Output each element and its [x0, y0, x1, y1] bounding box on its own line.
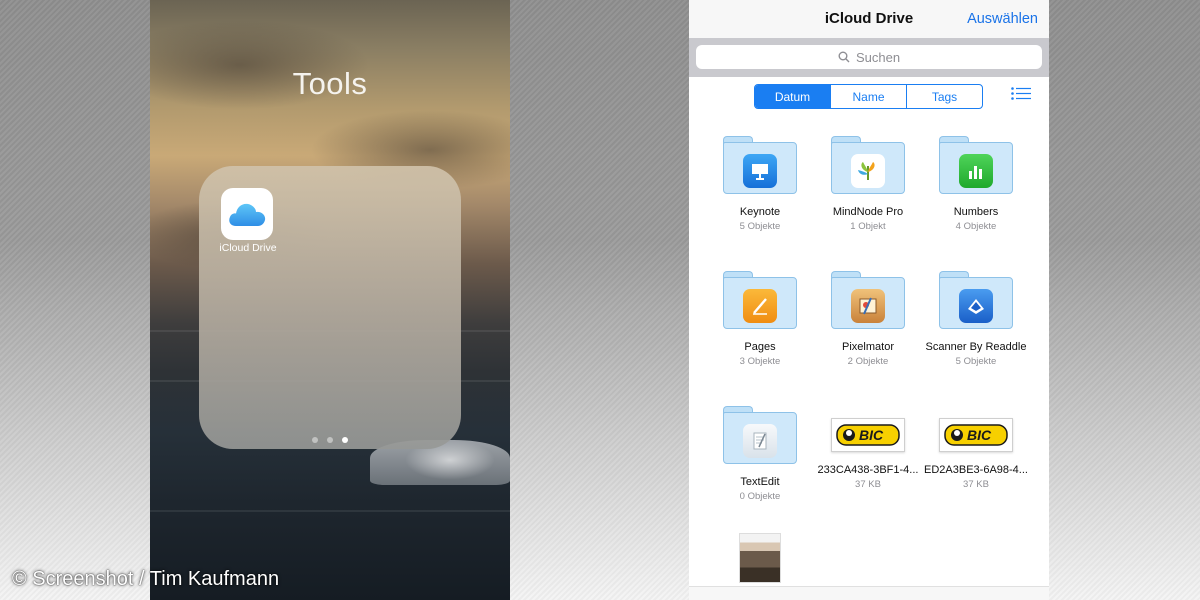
search-placeholder: Suchen	[855, 49, 901, 65]
search-icon	[838, 51, 850, 63]
tab-tags[interactable]: Tags	[906, 85, 982, 108]
item-name: Pages	[744, 341, 776, 353]
sort-segmented-control: Datum Name Tags	[754, 84, 983, 109]
icloud-icon	[229, 203, 266, 226]
app-folder[interactable]: iCloud Drive	[199, 166, 461, 449]
folder-icon	[939, 136, 1013, 194]
item-meta: 5 Objekte	[955, 356, 997, 367]
folder-numbers[interactable]: Numbers 4 Objekte	[921, 136, 1031, 232]
folder-keynote[interactable]: Keynote 5 Objekte	[705, 136, 815, 232]
folder-icon	[723, 271, 797, 329]
folder-icon	[723, 406, 797, 464]
pixelmator-icon	[851, 289, 885, 323]
tab-datum[interactable]: Datum	[755, 85, 830, 108]
document-thumbnail[interactable]	[739, 533, 781, 583]
file-bic-image-2[interactable]: BIC ED2A3BE3-6A98-4... 37 KB	[921, 406, 1031, 490]
icloud-drive-app[interactable]	[221, 188, 273, 240]
textedit-icon	[743, 424, 777, 458]
navigation-bar: iCloud Drive Auswählen	[689, 0, 1049, 38]
sort-controls: Datum Name Tags	[689, 77, 1049, 115]
scanner-icon	[959, 289, 993, 323]
item-name: TextEdit	[740, 476, 780, 488]
folder-icon	[939, 271, 1013, 329]
item-name: 233CA438-3BF1-4...	[817, 464, 919, 476]
icloud-drive-screen: iCloud Drive Auswählen Suchen Datum Name…	[689, 0, 1049, 600]
file-bic-image-1[interactable]: BIC 233CA438-3BF1-4... 37 KB	[813, 406, 923, 490]
page-dot	[312, 437, 318, 443]
item-meta: 37 KB	[855, 479, 881, 490]
bic-logo-icon: BIC	[831, 418, 905, 452]
folder-scanner-by-readdle[interactable]: Scanner By Readdle 5 Objekte	[921, 271, 1031, 367]
home-screen: Tools iCloud Drive	[150, 0, 510, 600]
item-name: MindNode Pro	[832, 206, 904, 218]
item-meta: 3 Objekte	[739, 356, 781, 367]
item-meta: 4 Objekte	[955, 221, 997, 232]
folder-textedit[interactable]: TextEdit 0 Objekte	[705, 406, 815, 502]
bottom-status-bar	[689, 586, 1049, 600]
item-meta: 2 Objekte	[847, 356, 889, 367]
app-label: iCloud Drive	[219, 242, 277, 254]
folder-pages[interactable]: Pages 3 Objekte	[705, 271, 815, 367]
folder-mindnode-pro[interactable]: MindNode Pro 1 Objekt	[813, 136, 923, 232]
item-name: Scanner By Readdle	[925, 341, 1027, 353]
tab-name[interactable]: Name	[830, 85, 906, 108]
folder-icon	[831, 271, 905, 329]
numbers-icon	[959, 154, 993, 188]
page-dot	[327, 437, 333, 443]
pages-icon	[743, 289, 777, 323]
keynote-icon	[743, 154, 777, 188]
item-name: ED2A3BE3-6A98-4...	[924, 464, 1028, 476]
page-indicator[interactable]	[199, 437, 461, 443]
folder-pixelmator[interactable]: Pixelmator 2 Objekte	[813, 271, 923, 367]
folder-icon	[831, 136, 905, 194]
folder-title[interactable]: Tools	[150, 66, 510, 102]
select-button[interactable]: Auswählen	[967, 11, 1038, 27]
item-meta: 0 Objekte	[739, 491, 781, 502]
item-meta: 37 KB	[963, 479, 989, 490]
mindnode-icon	[851, 154, 885, 188]
item-name: Keynote	[739, 206, 781, 218]
svg-text:BIC: BIC	[967, 427, 992, 443]
wallpaper-wave	[150, 510, 510, 512]
folder-icon	[723, 136, 797, 194]
search-input[interactable]: Suchen	[696, 45, 1042, 69]
bic-logo-icon: BIC	[939, 418, 1013, 452]
item-meta: 5 Objekte	[739, 221, 781, 232]
list-view-icon[interactable]	[1011, 87, 1031, 101]
item-name: Pixelmator	[842, 341, 894, 353]
item-meta: 1 Objekt	[850, 221, 886, 232]
item-name: Numbers	[953, 206, 999, 218]
search-bar: Suchen	[689, 38, 1049, 77]
page-dot-active	[342, 437, 348, 443]
svg-text:BIC: BIC	[859, 427, 884, 443]
copyright-credit: © Screenshot / Tim Kaufmann	[12, 568, 280, 590]
